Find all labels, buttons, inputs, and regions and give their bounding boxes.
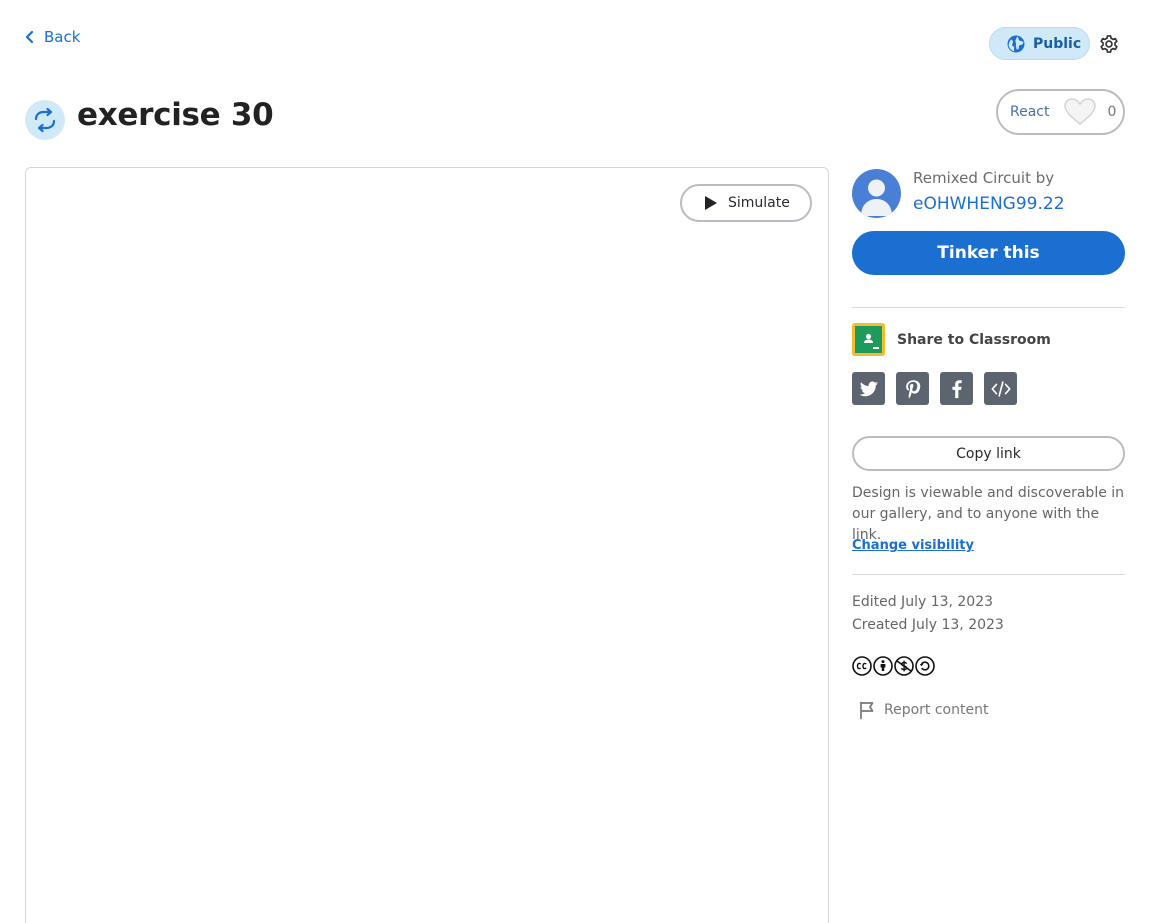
heart-icon <box>1064 98 1097 125</box>
google-classroom-icon <box>852 323 885 356</box>
react-button[interactable]: React 0 <box>996 89 1125 135</box>
share-classroom-button[interactable]: Share to Classroom <box>852 323 1051 356</box>
pinterest-share-button[interactable] <box>896 372 929 405</box>
remix-label: Remixed Circuit by <box>913 169 1055 187</box>
divider <box>852 307 1125 308</box>
globe-icon <box>1007 35 1025 52</box>
visibility-description: Design is viewable and discoverable in o… <box>852 485 1125 543</box>
created-date: Created July 13, 2023 <box>852 617 1004 633</box>
tinker-button[interactable]: Tinker this <box>852 231 1125 275</box>
embed-code-icon <box>990 380 1011 397</box>
visibility-label: Public <box>1033 35 1082 52</box>
author-link[interactable]: eOHWHENG99.22 <box>913 194 1065 214</box>
pinterest-icon <box>905 379 920 398</box>
facebook-icon <box>951 379 962 398</box>
chevron-left-icon <box>25 30 34 44</box>
nc-icon <box>894 656 914 676</box>
facebook-share-button[interactable] <box>940 372 973 405</box>
license-icons[interactable] <box>852 656 935 676</box>
embed-share-button[interactable] <box>984 372 1017 405</box>
gear-icon[interactable] <box>1098 33 1120 55</box>
report-label: Report content <box>884 702 989 718</box>
remix-icon <box>25 100 65 140</box>
simulate-button[interactable]: Simulate <box>680 184 812 222</box>
share-classroom-label: Share to Classroom <box>897 331 1051 348</box>
edited-date: Edited July 13, 2023 <box>852 594 994 610</box>
visibility-badge[interactable]: Public <box>989 27 1090 60</box>
back-link[interactable]: Back <box>24 28 80 46</box>
flag-icon <box>860 701 874 720</box>
react-label: React <box>1010 104 1050 120</box>
simulate-label: Simulate <box>728 195 790 211</box>
page-title: exercise 30 <box>77 97 274 133</box>
circuit-preview[interactable] <box>25 167 829 923</box>
copy-link-button[interactable]: Copy link <box>852 436 1125 471</box>
back-label: Back <box>44 28 81 46</box>
by-icon <box>873 656 893 676</box>
date-info: Edited July 13, 2023 Created July 13, 20… <box>852 591 1004 637</box>
divider <box>852 574 1125 575</box>
avatar[interactable] <box>852 169 901 218</box>
play-icon <box>705 196 717 210</box>
sa-icon <box>915 656 935 676</box>
twitter-icon <box>859 381 878 396</box>
twitter-share-button[interactable] <box>852 372 885 405</box>
react-count: 0 <box>1107 104 1117 120</box>
cc-icon <box>852 656 872 676</box>
change-visibility-link[interactable]: Change visibility <box>852 538 974 553</box>
report-content-link[interactable]: Report content <box>858 700 988 720</box>
